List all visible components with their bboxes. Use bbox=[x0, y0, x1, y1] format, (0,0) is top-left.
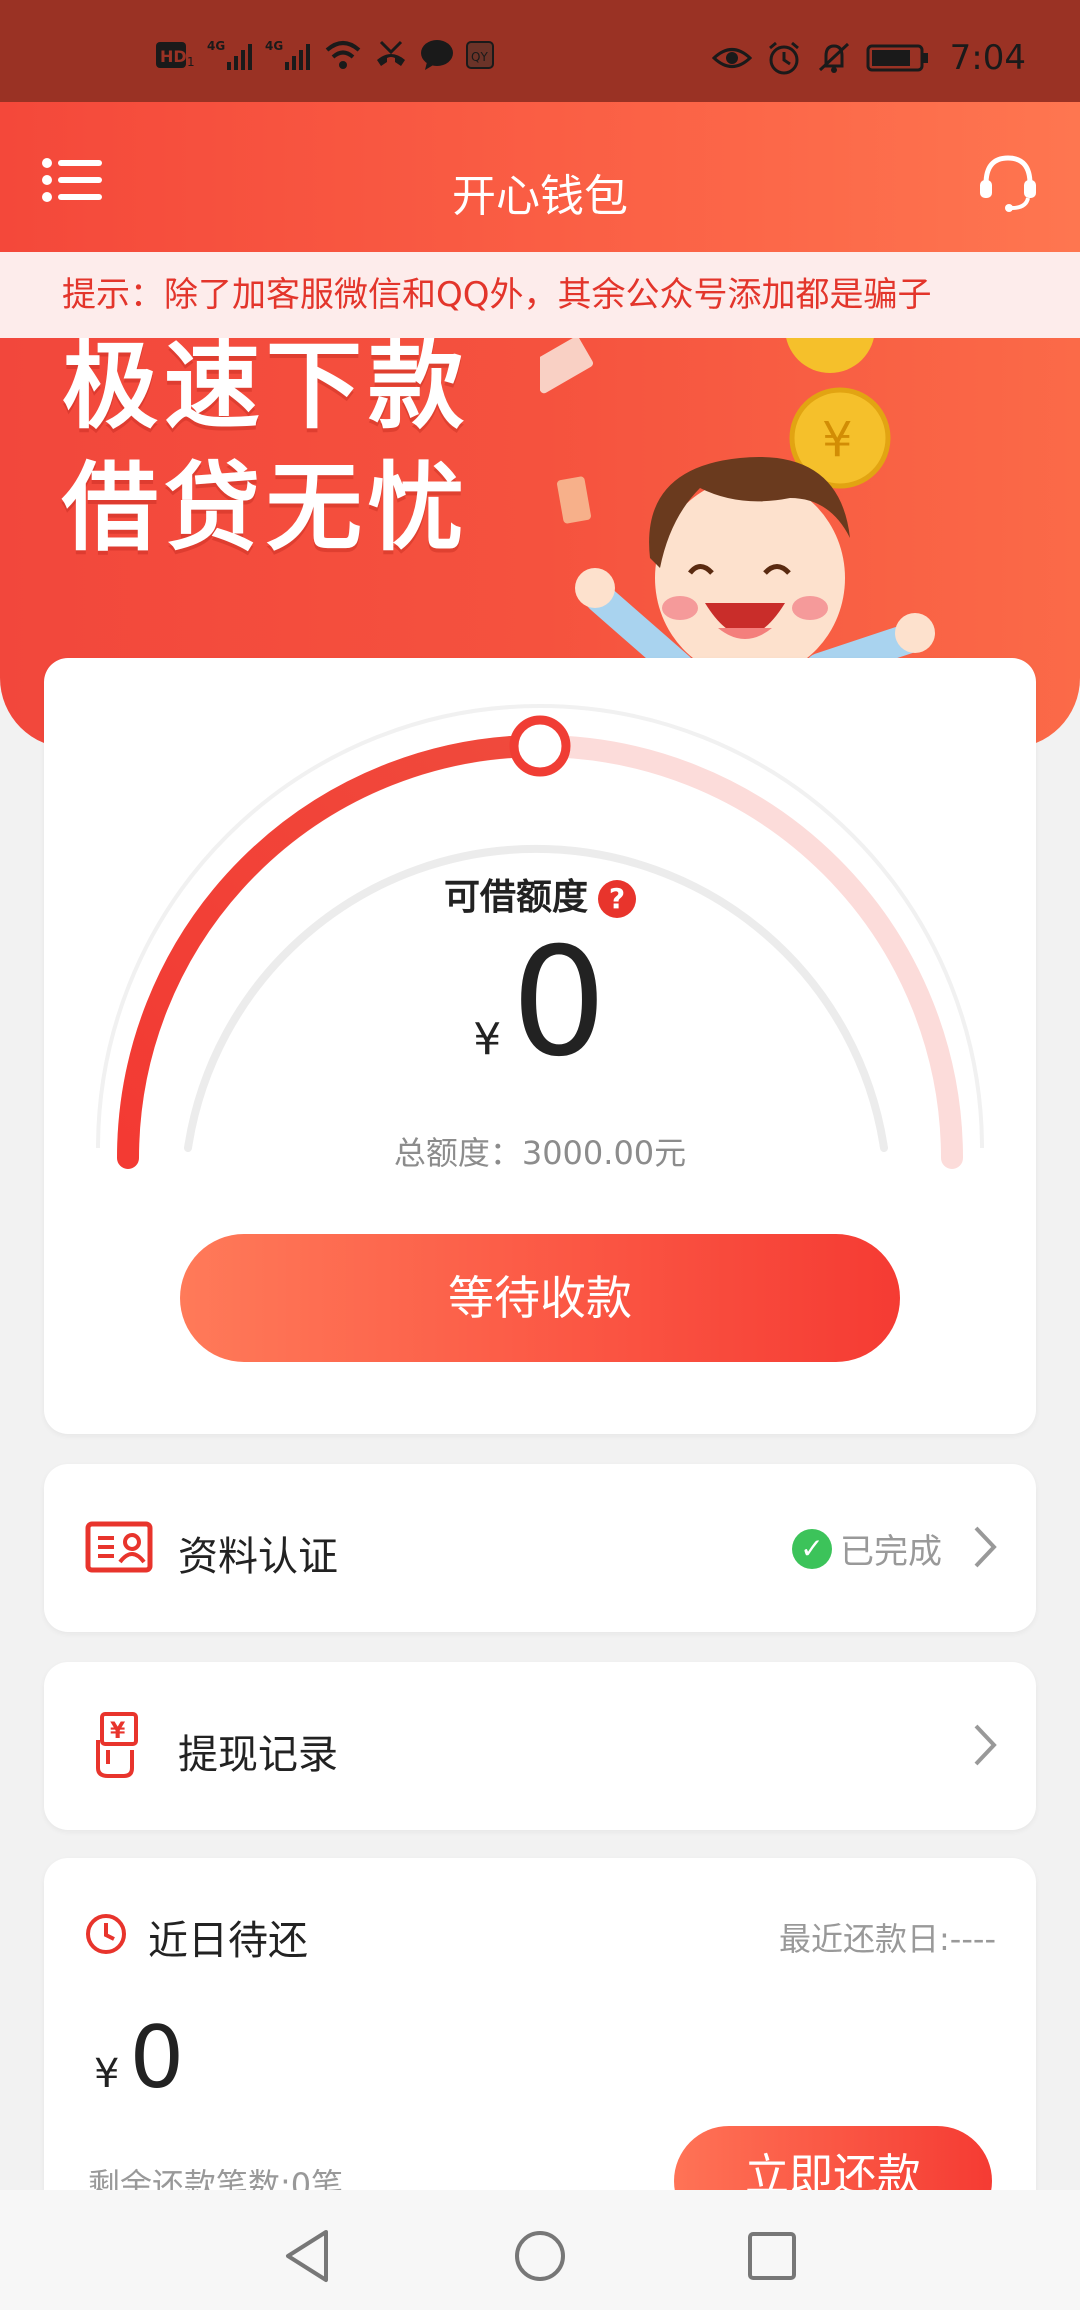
battery-icon bbox=[866, 44, 928, 72]
row-label: 资料认证 bbox=[178, 1534, 338, 1580]
signal-4g-icon: 4G bbox=[207, 39, 252, 70]
check-circle-icon: ✓ bbox=[792, 1528, 832, 1569]
svg-text:4G: 4G bbox=[207, 39, 225, 53]
svg-text:¥: ¥ bbox=[822, 412, 853, 468]
status-text: 已完成 bbox=[840, 1532, 942, 1572]
headset-icon[interactable] bbox=[976, 150, 1040, 214]
hd-badge-icon: HD 1 bbox=[156, 42, 195, 69]
svg-text:QY: QY bbox=[471, 50, 488, 64]
missed-call-icon bbox=[377, 40, 405, 66]
signal-4g-icon: 4G bbox=[265, 39, 310, 70]
home-icon[interactable] bbox=[510, 2226, 570, 2286]
credit-amount-value: 0 bbox=[511, 916, 607, 1090]
page-title: 开心钱包 bbox=[452, 171, 628, 222]
repayment-title: 近日待还 bbox=[148, 1918, 308, 1964]
chevron-right-icon bbox=[974, 1526, 997, 1568]
verification-status: ✓ 已完成 bbox=[792, 1524, 942, 1573]
total-credit-text: 总额度：3000.00元 bbox=[393, 1134, 687, 1172]
svg-text:HD: HD bbox=[160, 47, 187, 66]
eye-comfort-icon bbox=[711, 48, 752, 68]
row-label: 提现记录 bbox=[178, 1732, 338, 1778]
cash-hand-icon: ¥ bbox=[96, 1712, 138, 1778]
currency-symbol: ¥ bbox=[473, 1014, 502, 1065]
scam-warning-notice: 提示：除了加客服微信和QQ外，其余公众号添加都是骗子 bbox=[0, 252, 1080, 338]
message-icon bbox=[421, 40, 453, 70]
app-header: 开心钱包 bbox=[0, 102, 1080, 252]
id-card-icon bbox=[85, 1521, 153, 1573]
repayment-amount: ¥0 bbox=[94, 2008, 184, 2108]
mute-bell-icon bbox=[818, 42, 849, 73]
repayment-amount-value: 0 bbox=[129, 2008, 185, 2108]
profile-verification-row[interactable]: 资料认证 ✓ 已完成 bbox=[44, 1464, 1036, 1632]
wifi-icon bbox=[325, 41, 361, 69]
clock-icon bbox=[86, 1914, 126, 1954]
banner-headline-2: 借贷无忧 bbox=[62, 452, 470, 564]
recents-icon[interactable] bbox=[742, 2226, 802, 2286]
back-icon[interactable] bbox=[278, 2226, 338, 2286]
recent-repayment-date: 最近还款日:---- bbox=[779, 1920, 996, 1958]
await-payment-button[interactable]: 等待收款 bbox=[180, 1234, 900, 1362]
question-icon[interactable]: ? bbox=[598, 880, 636, 918]
withdrawal-record-row[interactable]: ¥ 提现记录 bbox=[44, 1662, 1036, 1830]
upcoming-repayment-card: 近日待还 最近还款日:---- ¥0 剩余还款笔数:0笔 立即还款 bbox=[44, 1858, 1036, 2238]
available-credit-amount: ¥0 bbox=[44, 928, 1036, 1078]
chevron-right-icon bbox=[974, 1724, 997, 1766]
credit-limit-card: 可借额度? ¥0 总额度：3000.00元 等待收款 bbox=[44, 658, 1036, 1434]
currency-symbol: ¥ bbox=[94, 2051, 120, 2097]
alarm-icon bbox=[768, 41, 799, 75]
available-credit-label: 可借额度? bbox=[44, 868, 1036, 920]
svg-text:1: 1 bbox=[187, 55, 195, 69]
gauge-knob bbox=[509, 715, 571, 777]
clock-time: 7:04 bbox=[949, 38, 1026, 78]
qiyi-app-icon: QY bbox=[466, 41, 494, 69]
status-bar: HD 1 4G 4G QY 7:04 bbox=[0, 0, 1080, 102]
svg-text:4G: 4G bbox=[265, 39, 283, 53]
system-nav-bar bbox=[0, 2190, 1080, 2310]
notice-text: 提示：除了加客服微信和QQ外，其余公众号添加都是骗子 bbox=[62, 275, 932, 315]
svg-text:¥: ¥ bbox=[110, 1719, 126, 1744]
